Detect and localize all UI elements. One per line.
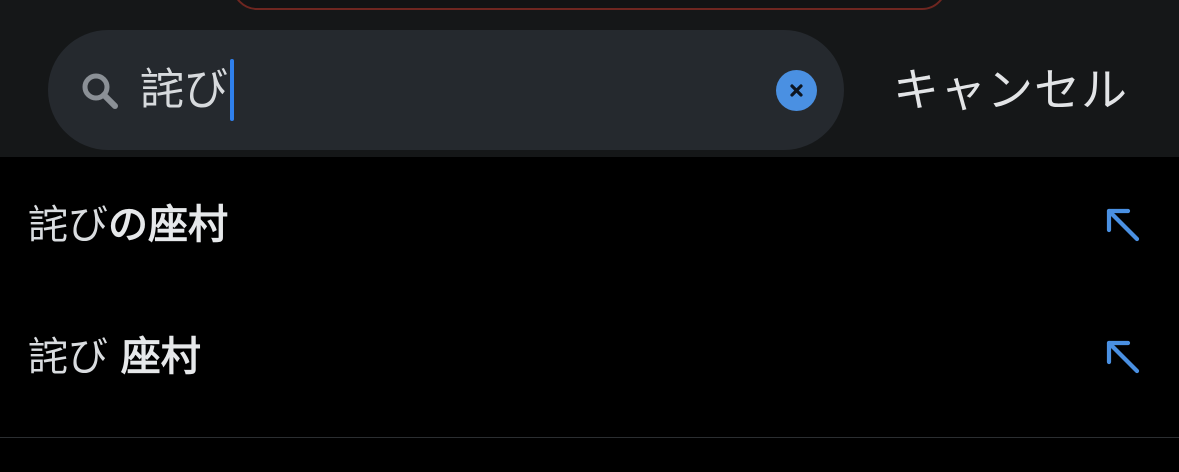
- suggestion-completion: の座村: [108, 202, 228, 248]
- close-icon: [790, 84, 803, 97]
- suggestion-completion: 座村: [120, 334, 201, 380]
- arrow-up-left-icon[interactable]: [1103, 337, 1143, 377]
- search-query-value: 詫び: [140, 64, 228, 115]
- search-query-text[interactable]: 詫び: [140, 59, 234, 121]
- search-screen: 詫び キャンセル 詫びの座村 詫び 座村: [0, 0, 1179, 472]
- suggestion-prefix: 詫び: [28, 202, 108, 248]
- suggestion-item[interactable]: 詫び 座村: [0, 292, 1179, 422]
- suggestion-item[interactable]: 詫びの座村: [0, 160, 1179, 290]
- suggestion-prefix: 詫び: [28, 334, 121, 380]
- suggestion-label: 詫びの座村: [28, 200, 228, 250]
- divider: [0, 437, 1179, 438]
- search-header: 詫び キャンセル: [0, 0, 1179, 157]
- cancel-button[interactable]: キャンセル: [893, 60, 1128, 120]
- arrow-up-left-icon[interactable]: [1103, 205, 1143, 245]
- suggestion-label: 詫び 座村: [28, 332, 201, 382]
- top-bar-remnant: [232, 0, 947, 10]
- search-icon: [80, 71, 120, 111]
- text-caret: [230, 59, 234, 121]
- clear-search-button[interactable]: [776, 70, 817, 111]
